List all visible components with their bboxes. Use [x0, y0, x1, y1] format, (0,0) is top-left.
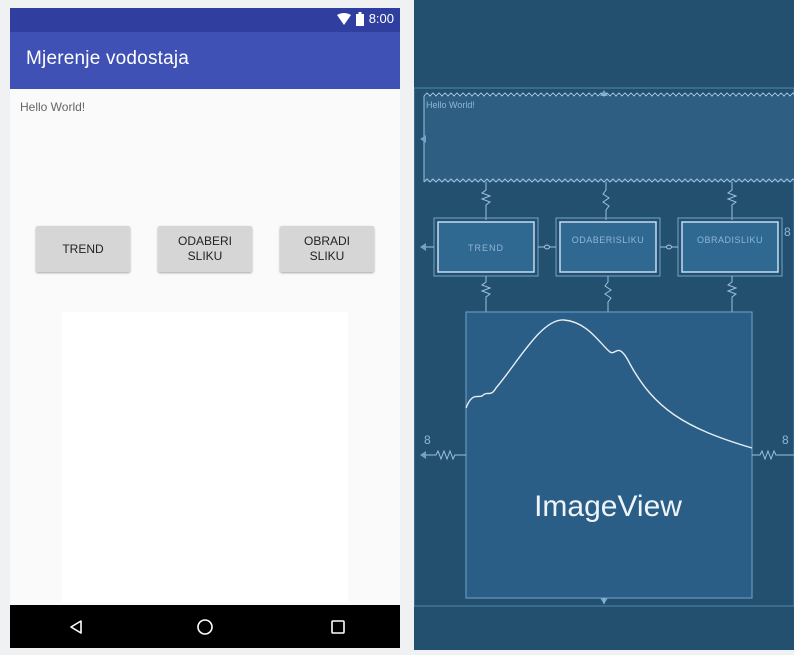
- blueprint-canvas: Hello World! TREND ODABERISLIKU OBRADISL…: [413, 87, 794, 607]
- recents-icon: [331, 619, 345, 634]
- status-bar: 8:00: [10, 8, 400, 32]
- battery-icon: [355, 12, 364, 26]
- hello-text-bp: Hello World!: [426, 100, 475, 110]
- chain-1: [538, 244, 556, 250]
- blueprint-view: Hello World! TREND ODABERISLIKU OBRADISL…: [413, 0, 794, 650]
- obradi-label-bp: OBRADISLIKU: [697, 235, 763, 245]
- hello-zigzag-top: [423, 92, 794, 97]
- wifi-icon: [336, 13, 351, 25]
- spring-obradi-bottom: [726, 276, 738, 312]
- back-button[interactable]: [56, 605, 96, 648]
- imageview-left-anchor-icon: [420, 451, 426, 459]
- imageview-label: ImageView: [534, 490, 682, 523]
- chain-2: [660, 244, 678, 250]
- margin-right-label-2: 8: [782, 433, 789, 447]
- odaberi-button-bp: [559, 221, 657, 273]
- phone-preview: 8:00 Mjerenje vodostaja Hello World! TRE…: [10, 8, 400, 648]
- buttons-left-anchor-icon: [420, 243, 426, 251]
- spring-obradi-top: [726, 182, 738, 220]
- spring-imageview-right: [752, 449, 794, 461]
- back-icon: [70, 619, 82, 634]
- odaberi-label-bp: ODABERISLIKU: [572, 235, 645, 245]
- margin-right-label: 8: [784, 225, 791, 239]
- hello-text: Hello World!: [20, 100, 86, 114]
- home-button[interactable]: [185, 605, 225, 648]
- spring-trend-bottom: [480, 276, 492, 312]
- spring-odaberi-bottom: [604, 276, 612, 312]
- image-view: [62, 312, 348, 602]
- odaberi-sliku-button[interactable]: ODABERI SLIKU: [158, 226, 252, 272]
- obradi-sliku-button[interactable]: OBRADI SLIKU: [280, 226, 374, 272]
- home-icon: [197, 618, 213, 635]
- trend-button[interactable]: TREND: [36, 226, 130, 272]
- app-bar: Mjerenje vodostaja: [10, 32, 400, 89]
- imageview-bp: [465, 311, 753, 599]
- obradi-button-bp: [681, 221, 779, 273]
- spring-odaberi-top: [602, 182, 610, 220]
- recents-button[interactable]: [318, 605, 358, 648]
- hello-textview-bp: [424, 96, 794, 182]
- hello-left-anchor-icon: [420, 135, 426, 143]
- spring-imageview-left: [426, 449, 466, 461]
- navigation-bar: [10, 605, 400, 648]
- trend-label-bp: TREND: [468, 243, 504, 253]
- app-title: Mjerenje vodostaja: [26, 48, 190, 69]
- margin-left-label: 8: [424, 433, 431, 447]
- status-time: 8:00: [368, 11, 394, 26]
- spring-trend-top: [480, 182, 492, 220]
